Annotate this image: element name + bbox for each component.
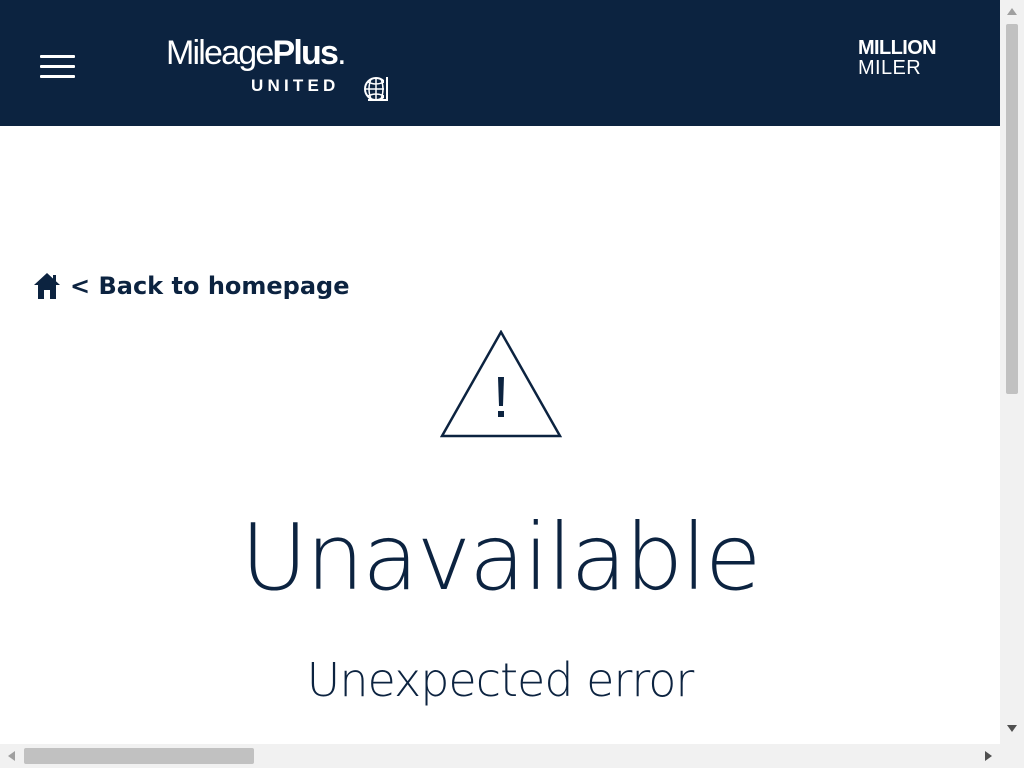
error-title: Unavailable — [240, 504, 762, 611]
hamburger-menu-icon[interactable] — [40, 55, 76, 79]
scroll-up-arrow-icon[interactable] — [1007, 8, 1017, 15]
vertical-scrollbar-thumb[interactable] — [1006, 24, 1018, 394]
scroll-left-arrow-icon[interactable] — [8, 751, 15, 761]
back-to-homepage-link[interactable]: < Back to homepage — [32, 268, 350, 304]
logo-wordmark: MileagePlus. — [166, 34, 346, 72]
vertical-scrollbar[interactable] — [1000, 0, 1024, 744]
logo-united-text: UNITED — [251, 76, 340, 95]
million-miler-badge: MILLION MILER — [858, 37, 937, 79]
mileageplus-united-logo[interactable]: MileagePlus. UNITED — [166, 34, 396, 104]
back-to-homepage-label: < Back to homepage — [70, 272, 350, 300]
warning-triangle-icon — [440, 330, 562, 438]
scroll-down-arrow-icon[interactable] — [1007, 725, 1017, 732]
home-icon — [34, 273, 60, 299]
united-globe-icon — [364, 75, 390, 101]
scrollbar-corner — [1000, 744, 1024, 768]
error-subtitle: Unexpected error — [306, 653, 695, 707]
site-header: MileagePlus. UNITED MILLION MILER — [0, 0, 1000, 126]
scroll-right-arrow-icon[interactable] — [985, 751, 992, 761]
horizontal-scrollbar[interactable] — [0, 744, 1000, 768]
horizontal-scrollbar-thumb[interactable] — [24, 748, 254, 764]
